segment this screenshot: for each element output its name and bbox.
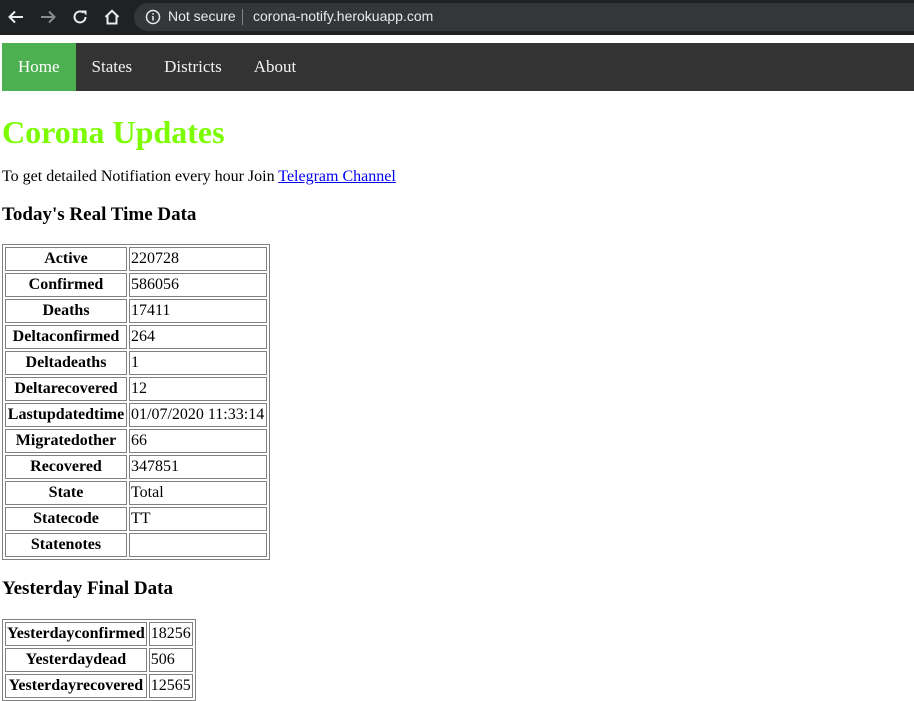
nav-districts[interactable]: Districts — [148, 43, 238, 91]
table-row: Deltarecovered 12 — [5, 377, 267, 401]
row-value: 17411 — [129, 299, 267, 323]
table-row: Statenotes — [5, 533, 267, 557]
row-value: Total — [129, 481, 267, 505]
row-label: Active — [5, 247, 127, 271]
home-icon[interactable] — [101, 6, 123, 28]
row-label: Lastupdatedtime — [5, 403, 127, 427]
row-value: 220728 — [129, 247, 267, 271]
row-label: Confirmed — [5, 273, 127, 297]
row-label: State — [5, 481, 127, 505]
url-text[interactable]: corona-notify.herokuapp.com — [253, 8, 433, 24]
table-row: Yesterdayrecovered 12565 — [5, 674, 193, 698]
row-value: 66 — [129, 429, 267, 453]
intro-text: To get detailed Notifiation every hour J… — [2, 168, 279, 185]
intro-paragraph: To get detailed Notifiation every hour J… — [2, 168, 912, 186]
nav-home[interactable]: Home — [2, 43, 76, 91]
row-label: Deltadeaths — [5, 351, 127, 375]
row-value: TT — [129, 507, 267, 531]
row-value: 18256 — [148, 622, 193, 646]
table-row: Deltaconfirmed 264 — [5, 325, 267, 349]
row-label: Yesterdayconfirmed — [5, 622, 147, 646]
yesterday-data-table: Yesterdayconfirmed 18256 Yesterdaydead 506 Y… — [2, 619, 196, 701]
telegram-channel-link[interactable]: Telegram Channel — [278, 168, 396, 185]
table-row: Confirmed 586056 — [5, 273, 267, 297]
address-bar[interactable]: Not secure corona-notify.herokuapp.com — [134, 3, 914, 31]
info-icon[interactable] — [145, 9, 161, 25]
main-content: Corona Updates To get detailed Notifiati… — [2, 91, 912, 701]
reload-icon[interactable] — [69, 6, 91, 28]
row-label: Deaths — [5, 299, 127, 323]
page-title: Corona Updates — [2, 114, 225, 150]
nav-states[interactable]: States — [76, 43, 149, 91]
table-row: Lastupdatedtime 01/07/2020 11:33:14 — [5, 403, 267, 427]
table-row: State Total — [5, 481, 267, 505]
table-row: Active 220728 — [5, 247, 267, 271]
row-label: Yesterdayrecovered — [5, 674, 147, 698]
row-label: Deltaconfirmed — [5, 325, 127, 349]
table-row: Statecode TT — [5, 507, 267, 531]
yesterday-heading: Yesterday Final Data — [2, 578, 173, 599]
row-value: 506 — [148, 648, 193, 672]
today-heading: Today's Real Time Data — [2, 204, 197, 225]
table-row: Deaths 17411 — [5, 299, 267, 323]
divider — [242, 9, 243, 25]
table-row: Yesterdayconfirmed 18256 — [5, 622, 193, 646]
security-label: Not secure — [168, 8, 236, 24]
row-value: 01/07/2020 11:33:14 — [129, 403, 267, 427]
row-value: 12 — [129, 377, 267, 401]
forward-icon[interactable] — [37, 6, 59, 28]
table-row: Yesterdaydead 506 — [5, 648, 193, 672]
row-value: 347851 — [129, 455, 267, 479]
table-row: Recovered 347851 — [5, 455, 267, 479]
row-value: 586056 — [129, 273, 267, 297]
today-data-table: Active 220728 Confirmed 586056 Deaths 17411 De… — [2, 244, 270, 560]
row-value: 1 — [129, 351, 267, 375]
row-label: Statecode — [5, 507, 127, 531]
row-label: Statenotes — [5, 533, 127, 557]
table-row: Deltadeaths 1 — [5, 351, 267, 375]
row-value: 12565 — [148, 674, 193, 698]
nav-about[interactable]: About — [238, 43, 313, 91]
row-label: Migratedother — [5, 429, 127, 453]
row-label: Yesterdaydead — [5, 648, 147, 672]
top-navigation: Home States Districts About — [2, 43, 914, 91]
row-label: Recovered — [5, 455, 127, 479]
row-value: 264 — [129, 325, 267, 349]
table-row: Migratedother 66 — [5, 429, 267, 453]
back-icon[interactable] — [5, 6, 27, 28]
row-label: Deltarecovered — [5, 377, 127, 401]
browser-toolbar: Not secure corona-notify.herokuapp.com — [0, 0, 914, 35]
row-value — [129, 533, 267, 557]
